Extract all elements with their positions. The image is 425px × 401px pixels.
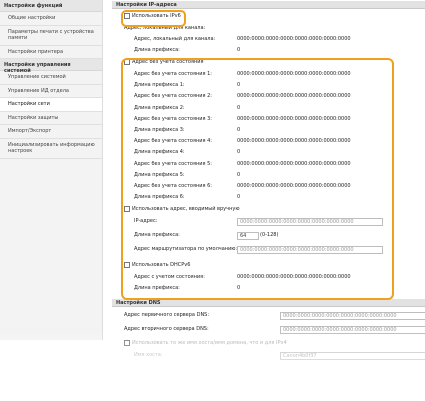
ip-section-header: Настройки IP-адреса: [112, 1, 425, 9]
same-host-row[interactable]: Использовать то же имя хоста/имя домена,…: [124, 339, 287, 347]
sidebar-item-security[interactable]: Настройки защиты: [0, 112, 102, 125]
link-local-address-value: 0000:0000:0000:0000:0000:0000:0000:0000: [237, 36, 351, 42]
sidebar-item-system-management[interactable]: Управление системой: [0, 71, 102, 85]
dns-primary-label: Адрес первичного сервера DNS:: [124, 312, 210, 318]
dns-primary-input[interactable]: 0000:0000:0000:0000:0000:0000:0000:0000: [280, 312, 425, 320]
sidebar-section-function-settings: Настройки функций: [0, 0, 102, 12]
dns-section-header: Настройки DNS: [112, 299, 425, 307]
same-host-checkbox[interactable]: [124, 339, 130, 346]
sidebar-item-print-from-memory[interactable]: Параметры печати с устройства памяти: [0, 26, 102, 46]
dns-secondary-input[interactable]: 0000:0000:0000:0000:0000:0000:0000:0000: [280, 326, 425, 334]
sidebar-item-department-id[interactable]: Управление ИД отдела: [0, 85, 102, 98]
use-ipv6-highlight: [121, 10, 186, 27]
sidebar: Настройки функций Общие настройки Параме…: [0, 0, 103, 340]
sidebar-item-initialize-settings[interactable]: Инициализировать информацию настроек: [0, 139, 102, 159]
link-local-address-label: Адрес, локальный для канала:: [134, 36, 216, 42]
dns-secondary-label: Адрес вторичного сервера DNS:: [124, 326, 209, 332]
link-local-prefix-label: Длина префикса:: [134, 47, 180, 53]
sidebar-item-network[interactable]: Настройки сети: [0, 98, 102, 112]
ipv6-address-highlight: [121, 58, 394, 300]
sidebar-item-printer[interactable]: Настройки принтера: [0, 46, 102, 59]
host-name-label: Имя хоста:: [134, 352, 163, 358]
link-local-prefix-value: 0: [237, 47, 241, 53]
sidebar-section-system-management: Настройки управления системой: [0, 59, 102, 74]
sidebar-item-import-export[interactable]: Импорт/Экспорт: [0, 125, 102, 139]
sidebar-item-general[interactable]: Общие настройки: [0, 12, 102, 26]
host-name-input[interactable]: Canon4b0f37: [280, 352, 425, 360]
same-host-label: Использовать то же имя хоста/имя домена,…: [132, 340, 287, 346]
